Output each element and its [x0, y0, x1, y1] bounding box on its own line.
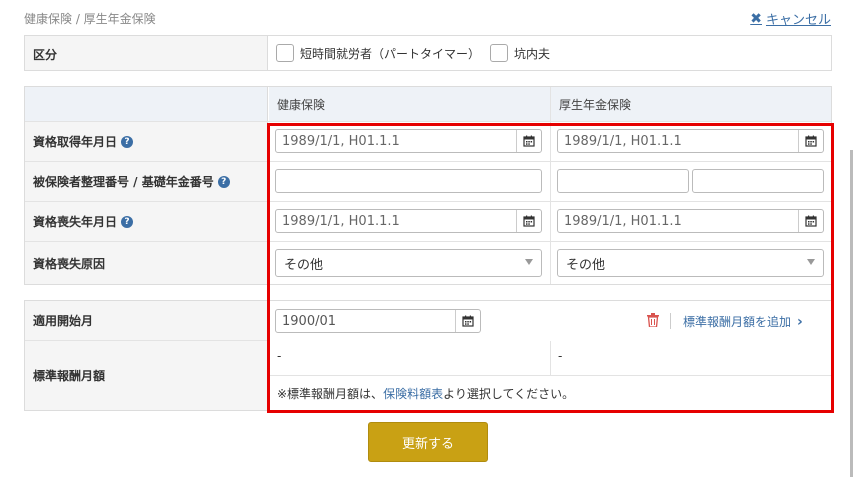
hyojun-values-row: - -	[269, 341, 831, 376]
kosei-shutoku-date-input[interactable]: 1989/1/1, H01.1.1	[557, 129, 824, 153]
kosei-soshitsu-date-input[interactable]: 1989/1/1, H01.1.1	[557, 209, 824, 233]
kenko-seiri-bango-input[interactable]	[275, 169, 542, 193]
part-timer-label: 短時間就労者（パートタイマー）	[300, 46, 481, 61]
note-prefix: ※標準報酬月額は、	[277, 387, 384, 401]
part-timer-option[interactable]: 短時間就労者（パートタイマー）	[276, 44, 480, 62]
kubun-label: 区分	[25, 36, 268, 70]
table-row: 資格喪失年月日 ? 1989/1/1, H01.1.1 1989/1/1, H0…	[25, 202, 831, 242]
help-icon[interactable]: ?	[217, 175, 230, 188]
calendar-icon[interactable]	[798, 210, 823, 232]
hokenryo-table-link[interactable]: 保険料額表	[383, 387, 443, 401]
chevron-right-icon: ›	[797, 313, 803, 330]
seiri-bango-label-cell: 被保険者整理番号 / 基礎年金番号 ?	[25, 162, 268, 201]
hyojun-label: 標準報酬月額	[25, 341, 268, 410]
hyojun-note: ※標準報酬月額は、保険料額表より選択してください。	[277, 385, 574, 402]
cancel-link[interactable]: ✖ キャンセル	[750, 9, 831, 29]
table-row: 被保険者整理番号 / 基礎年金番号 ?	[25, 162, 831, 202]
kubun-options: 短時間就労者（パートタイマー） 坑内夫	[268, 36, 554, 70]
kosei-shutoku-placeholder: 1989/1/1, H01.1.1	[564, 133, 682, 149]
table-row: 資格取得年月日 ? 1989/1/1, H01.1.1 1989/1/1, H0…	[25, 122, 831, 162]
insurance-table: 健康保険 厚生年金保険 資格取得年月日 ? 1989/1/1, H01.1.1 …	[24, 86, 832, 285]
hyojun-hoshu-table: 適用開始月 1900/01 標準報酬月額を追加 › 標準報酬月額 - - ※標準…	[24, 300, 832, 411]
kiso-nenkin-bango-input-2[interactable]	[692, 169, 824, 193]
kosei-soshitsu-genin-select[interactable]: その他	[557, 249, 824, 277]
update-button[interactable]: 更新する	[368, 422, 488, 462]
help-icon[interactable]: ?	[121, 215, 134, 228]
miner-checkbox[interactable]	[490, 44, 509, 62]
calendar-icon[interactable]	[516, 130, 541, 152]
note-suffix: より選択してください。	[443, 387, 575, 401]
add-hyojun-hoshu-link[interactable]: 標準報酬月額を追加 ›	[683, 313, 803, 330]
chevron-down-icon	[807, 259, 815, 265]
kiso-nenkin-bango-input-1[interactable]	[557, 169, 689, 193]
header-empty-cell	[25, 87, 268, 121]
shikaku-soshitsu-label: 資格喪失年月日	[33, 215, 118, 229]
kenko-soshitsu-placeholder: 1989/1/1, H01.1.1	[282, 213, 400, 229]
help-icon[interactable]: ?	[121, 135, 134, 148]
divider	[670, 313, 671, 329]
shikaku-soshitsu-label-cell: 資格喪失年月日 ?	[25, 202, 268, 241]
kubun-row: 区分 短時間就労者（パートタイマー） 坑内夫	[24, 35, 832, 71]
cancel-label: キャンセル	[765, 13, 831, 28]
miner-label: 坑内夫	[514, 46, 551, 61]
calendar-icon[interactable]	[798, 130, 823, 152]
miner-option[interactable]: 坑内夫	[490, 44, 550, 62]
kenko-soshitsu-genin-value: その他	[284, 257, 324, 273]
kenko-soshitsu-date-input[interactable]: 1989/1/1, H01.1.1	[275, 209, 542, 233]
kosei-soshitsu-placeholder: 1989/1/1, H01.1.1	[564, 213, 682, 229]
kenko-hyojun-value: -	[277, 349, 282, 363]
kosei-soshitsu-genin-value: その他	[566, 257, 606, 273]
shikaku-shutoku-label: 資格取得年月日	[33, 135, 118, 149]
column-header-kenko: 健康保険	[269, 87, 550, 121]
column-divider	[550, 162, 551, 201]
calendar-icon[interactable]	[516, 210, 541, 232]
tekiyo-month-value: 1900/01	[282, 313, 337, 329]
part-timer-checkbox[interactable]	[276, 44, 294, 62]
column-divider	[550, 202, 551, 241]
seiri-bango-label: 被保険者整理番号 / 基礎年金番号	[33, 175, 214, 189]
column-divider	[550, 242, 551, 284]
trash-icon[interactable]	[647, 313, 659, 328]
breadcrumb: 健康保険 / 厚生年金保険	[24, 12, 156, 26]
column-divider	[550, 122, 551, 161]
soshitsu-genin-label-cell: 資格喪失原因	[25, 242, 268, 284]
kenko-shutoku-placeholder: 1989/1/1, H01.1.1	[282, 133, 400, 149]
calendar-icon[interactable]	[455, 310, 480, 332]
column-header-kosei: 厚生年金保険	[550, 87, 831, 121]
table-row: 資格喪失原因 その他 その他	[25, 242, 831, 284]
column-divider	[550, 341, 551, 376]
chevron-down-icon	[525, 259, 533, 265]
tekiyo-label: 適用開始月	[25, 301, 268, 341]
table-header-row: 健康保険 厚生年金保険	[25, 87, 831, 122]
soshitsu-genin-label: 資格喪失原因	[33, 256, 106, 271]
tekiyo-month-input[interactable]: 1900/01	[275, 309, 481, 333]
shikaku-shutoku-label-cell: 資格取得年月日 ?	[25, 122, 268, 161]
kenko-shutoku-date-input[interactable]: 1989/1/1, H01.1.1	[275, 129, 542, 153]
kosei-hyojun-value: -	[558, 349, 563, 363]
close-icon: ✖	[750, 10, 762, 27]
kenko-soshitsu-genin-select[interactable]: その他	[275, 249, 542, 277]
add-hyojun-hoshu-label: 標準報酬月額を追加	[683, 315, 792, 329]
